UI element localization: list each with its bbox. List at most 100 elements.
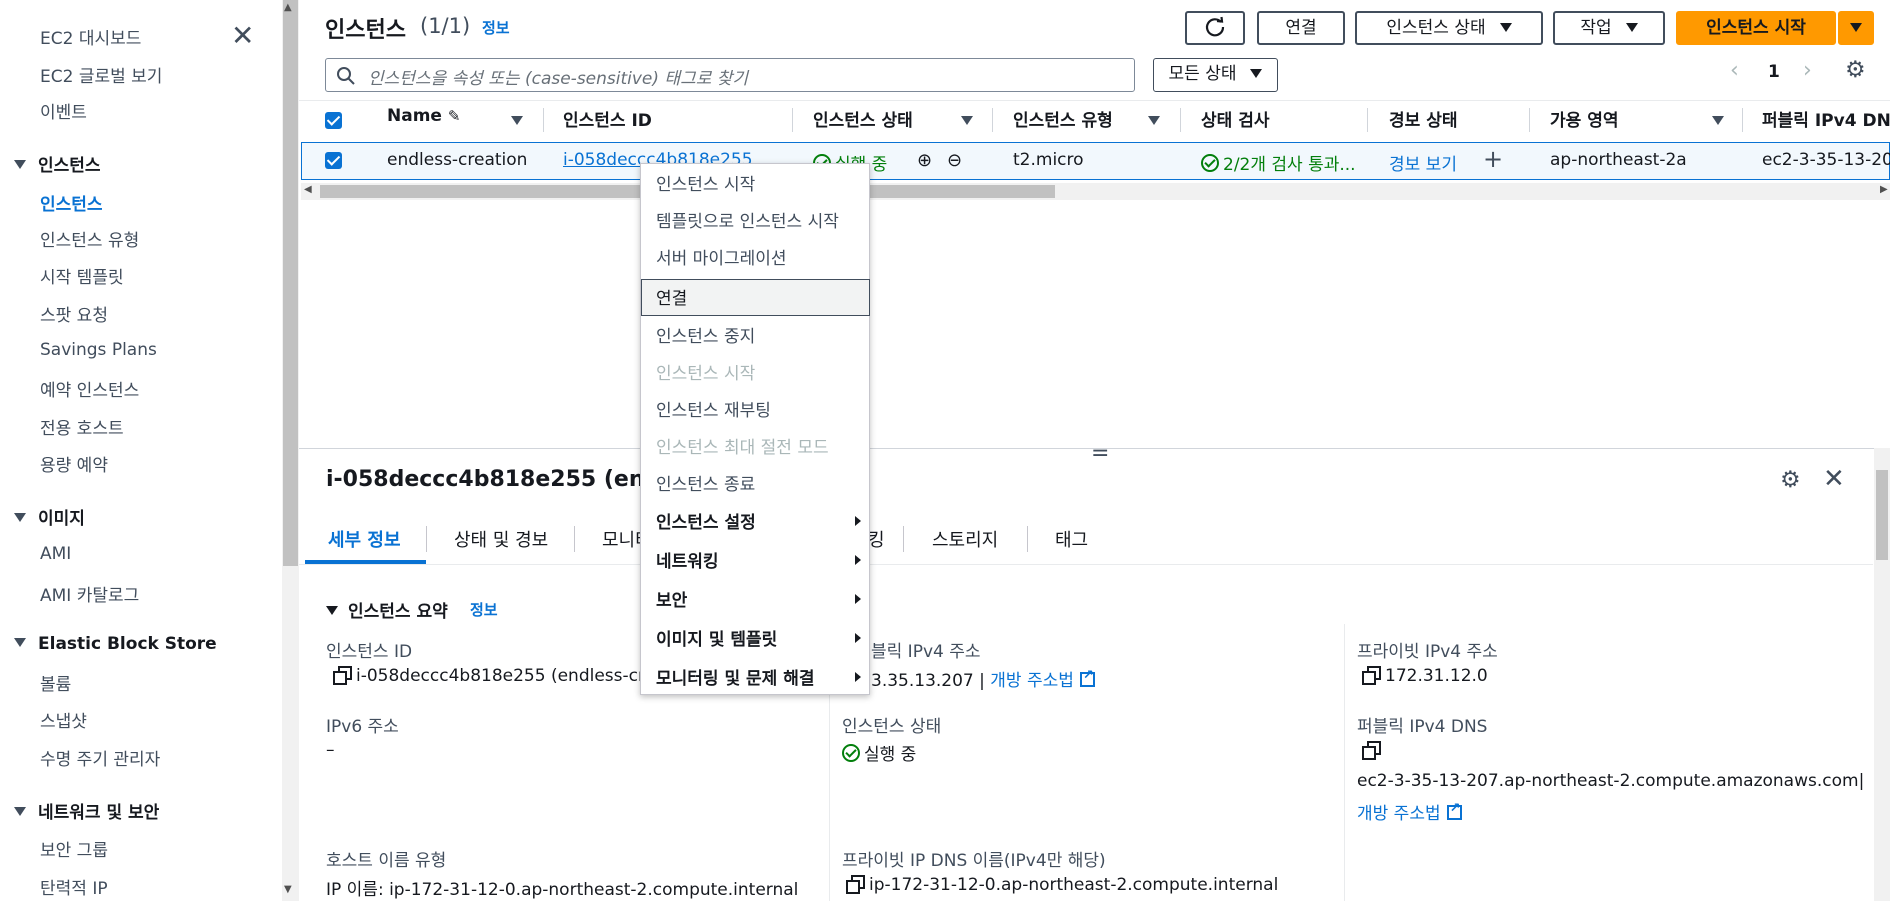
- summary-section-header[interactable]: 인스턴스 요약: [326, 597, 448, 622]
- open-address-link[interactable]: 개방 주소법: [1357, 804, 1441, 824]
- tab-details[interactable]: 세부 정보: [328, 526, 401, 552]
- cell-view-alarms-link[interactable]: 경보 보기: [1389, 150, 1457, 175]
- sidebar-item-security-groups[interactable]: 보안 그룹: [40, 836, 108, 861]
- sidebar-item-reserved-instances[interactable]: 예약 인스턴스: [40, 376, 139, 401]
- tab-tags[interactable]: 태그: [1055, 526, 1088, 552]
- row-checkbox[interactable]: [325, 152, 342, 169]
- menu-item-networking[interactable]: 네트워킹: [656, 547, 719, 572]
- search-icon: [337, 67, 355, 85]
- select-all-checkbox[interactable]: [325, 112, 342, 129]
- external-link-icon[interactable]: [1079, 668, 1095, 687]
- zoom-in-icon[interactable]: ⊕: [917, 150, 932, 171]
- column-header-instance-id[interactable]: 인스턴스 ID: [563, 106, 652, 131]
- sidebar-item-spot-requests[interactable]: 스팟 요청: [40, 301, 108, 326]
- column-header-public-dns[interactable]: 퍼블릭 IPv4 DNS: [1762, 106, 1890, 131]
- sidebar-item-events[interactable]: 이벤트: [40, 98, 87, 123]
- menu-item-stop-instance[interactable]: 인스턴스 중지: [656, 322, 755, 347]
- tab-status-alarms[interactable]: 상태 및 경보: [454, 526, 548, 552]
- prev-page-icon[interactable]: ‹: [1730, 58, 1739, 83]
- column-header-availability-zone[interactable]: 가용 영역: [1550, 106, 1618, 131]
- launch-instance-button[interactable]: 인스턴스 시작: [1676, 11, 1836, 45]
- column-divider[interactable]: [792, 108, 793, 132]
- details-settings-gear-icon[interactable]: ⚙: [1780, 467, 1801, 493]
- column-divider[interactable]: [1529, 108, 1530, 132]
- add-alarm-plus-icon[interactable]: +: [1483, 145, 1503, 173]
- scroll-down-arrow-icon[interactable]: ▼: [284, 884, 292, 895]
- menu-item-instance-settings[interactable]: 인스턴스 설정: [656, 508, 756, 533]
- sidebar-item-elastic-ip[interactable]: 탄력적 IP: [40, 874, 108, 899]
- launch-instance-dropdown[interactable]: [1838, 11, 1874, 45]
- instance-state-dropdown[interactable]: 인스턴스 상태: [1355, 11, 1543, 45]
- scroll-right-arrow-icon[interactable]: ▶: [1880, 184, 1888, 195]
- sidebar-item-ec2-dashboard[interactable]: EC2 대시보드: [40, 24, 141, 49]
- sidebar-item-instances[interactable]: 인스턴스: [40, 190, 103, 215]
- copy-icon[interactable]: [1362, 741, 1381, 760]
- column-header-status-check[interactable]: 상태 검사: [1201, 106, 1269, 131]
- sort-caret-icon[interactable]: [1712, 116, 1724, 125]
- sidebar-item-ec2-global-view[interactable]: EC2 글로벌 보기: [40, 62, 162, 87]
- external-link-icon[interactable]: [1446, 801, 1462, 820]
- column-header-instance-type[interactable]: 인스턴스 유형: [1013, 106, 1113, 131]
- menu-item-terminate-instance[interactable]: 인스턴스 종료: [656, 470, 755, 495]
- column-header-name[interactable]: Name ✎: [387, 106, 460, 126]
- info-link[interactable]: 정보: [482, 17, 510, 38]
- sidebar-section-images[interactable]: 이미지: [14, 504, 85, 529]
- summary-info-link[interactable]: 정보: [470, 599, 498, 620]
- sort-caret-icon[interactable]: [511, 116, 523, 125]
- sidebar-item-instance-types[interactable]: 인스턴스 유형: [40, 226, 139, 251]
- column-divider[interactable]: [543, 108, 544, 132]
- sidebar-item-volumes[interactable]: 볼륨: [40, 670, 71, 695]
- actions-dropdown[interactable]: 작업: [1553, 11, 1665, 45]
- column-divider[interactable]: [1367, 108, 1368, 132]
- state-filter-dropdown[interactable]: 모든 상태: [1153, 58, 1278, 92]
- sort-caret-icon[interactable]: [961, 116, 973, 125]
- menu-item-security[interactable]: 보안: [656, 586, 687, 611]
- cell-status-check[interactable]: 2/2개 검사 통과...: [1201, 150, 1356, 175]
- sort-caret-icon[interactable]: [1148, 116, 1160, 125]
- column-divider[interactable]: [992, 108, 993, 132]
- connect-button[interactable]: 연결: [1257, 11, 1345, 45]
- sidebar-item-snapshots[interactable]: 스냅샷: [40, 707, 87, 732]
- column-header-instance-state[interactable]: 인스턴스 상태: [813, 106, 913, 131]
- sidebar-section-ebs[interactable]: Elastic Block Store: [14, 634, 217, 654]
- sidebar-item-capacity-reservations[interactable]: 용량 예약: [40, 451, 108, 476]
- menu-item-reboot-instance[interactable]: 인스턴스 재부팅: [656, 396, 771, 421]
- column-divider[interactable]: [1180, 108, 1181, 132]
- tab-storage[interactable]: 스토리지: [932, 526, 998, 552]
- next-page-icon[interactable]: ›: [1803, 58, 1812, 83]
- menu-item-monitoring-troubleshooting[interactable]: 모니터링 및 문제 해결: [656, 664, 815, 689]
- tab-networking[interactable]: 킹: [868, 526, 885, 552]
- menu-item-connect[interactable]: 연결: [656, 284, 687, 309]
- sidebar-item-lifecycle-manager[interactable]: 수명 주기 관리자: [40, 745, 160, 770]
- sidebar-item-dedicated-hosts[interactable]: 전용 호스트: [40, 414, 124, 439]
- column-header-alarm-status[interactable]: 경보 상태: [1389, 106, 1457, 131]
- menu-item-start-instance[interactable]: 인스턴스 시작: [656, 170, 755, 195]
- column-divider[interactable]: [1742, 108, 1743, 132]
- sidebar-item-ami-catalog[interactable]: AMI 카탈로그: [40, 581, 139, 606]
- sidebar-item-ami[interactable]: AMI: [40, 544, 71, 564]
- sidebar-item-savings-plans[interactable]: Savings Plans: [40, 340, 157, 360]
- search-input[interactable]: 인스턴스을 속성 또는 (case-sensitive) 태그로 찾기: [325, 58, 1135, 92]
- menu-item-server-migration[interactable]: 서버 마이그레이션: [656, 244, 787, 269]
- sidebar-section-network-security[interactable]: 네트워크 및 보안: [14, 798, 159, 823]
- copy-icon[interactable]: [333, 666, 352, 685]
- close-sidebar-icon[interactable]: ✕: [231, 22, 254, 50]
- scroll-up-arrow-icon[interactable]: ▲: [284, 2, 292, 13]
- refresh-button[interactable]: [1185, 11, 1245, 45]
- copy-icon[interactable]: [846, 875, 865, 894]
- zoom-out-icon[interactable]: ⊖: [947, 150, 962, 171]
- sidebar-item-launch-templates[interactable]: 시작 템플릿: [40, 263, 124, 288]
- scroll-left-arrow-icon[interactable]: ◀: [304, 184, 312, 195]
- page-number[interactable]: 1: [1768, 62, 1780, 82]
- open-address-link[interactable]: 개방 주소법: [990, 671, 1074, 691]
- menu-item-images-templates[interactable]: 이미지 및 템플릿: [656, 625, 777, 650]
- details-close-icon[interactable]: ✕: [1823, 464, 1845, 494]
- private-ip-label: 프라이빗 IPv4 주소: [1357, 642, 1498, 662]
- drag-handle-icon[interactable]: =: [1091, 443, 1109, 465]
- menu-item-launch-from-template[interactable]: 템플릿으로 인스턴스 시작: [656, 207, 839, 232]
- table-settings-gear-icon[interactable]: ⚙: [1845, 57, 1866, 83]
- copy-icon[interactable]: [1362, 666, 1381, 685]
- details-scrollbar-thumb[interactable]: [1876, 470, 1888, 560]
- sidebar-section-instances[interactable]: 인스턴스: [14, 151, 101, 176]
- sidebar-scrollbar-thumb[interactable]: [283, 0, 298, 566]
